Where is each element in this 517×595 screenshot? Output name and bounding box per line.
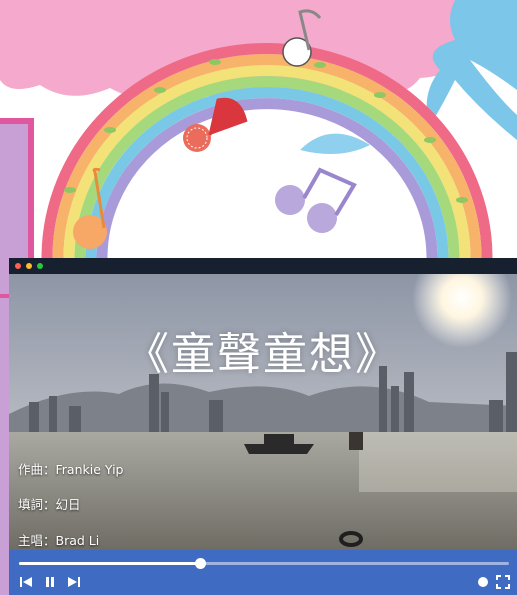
seek-progress — [19, 562, 201, 565]
seek-handle[interactable] — [195, 558, 207, 569]
buoy — [349, 432, 363, 450]
video-player: 《童聲童想》 作曲：Frankie Yip 填詞：幻日 主唱：Brad Li — [9, 258, 517, 595]
desktop-background: 《童聲童想》 作曲：Frankie Yip 填詞：幻日 主唱：Brad Li — [0, 0, 517, 595]
close-dot[interactable] — [15, 263, 21, 269]
previous-icon[interactable] — [18, 574, 34, 590]
singer-credit: 主唱：Brad Li — [18, 533, 100, 548]
window-titlebar — [9, 258, 517, 274]
video-title: 《童聲童想》 — [125, 329, 401, 380]
seek-bar[interactable] — [19, 558, 509, 569]
control-bar — [9, 550, 517, 595]
maximize-dot[interactable] — [37, 263, 43, 269]
music-note-purple — [275, 167, 357, 233]
harbour-scene — [9, 258, 517, 550]
next-icon[interactable] — [66, 574, 82, 590]
volume-dot-icon[interactable] — [475, 574, 491, 590]
fullscreen-icon[interactable] — [495, 574, 511, 590]
lyricist-credit: 填詞：幻日 — [18, 497, 81, 512]
video-frame[interactable]: 《童聲童想》 作曲：Frankie Yip 填詞：幻日 主唱：Brad Li — [9, 258, 517, 550]
minimize-dot[interactable] — [26, 263, 32, 269]
pause-icon[interactable] — [42, 574, 58, 590]
composer-credit: 作曲：Frankie Yip — [18, 462, 124, 477]
